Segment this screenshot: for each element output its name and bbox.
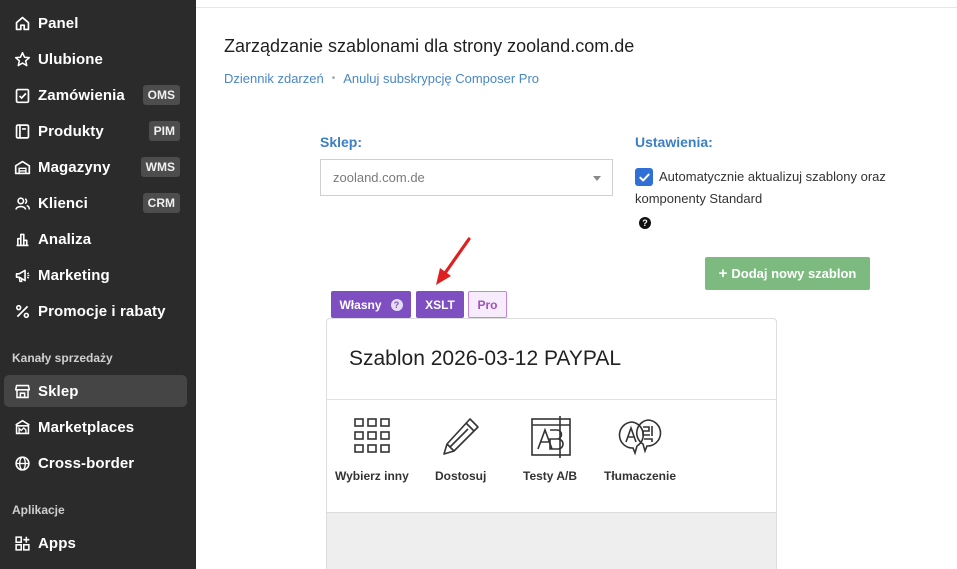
page-title: Zarządzanie szablonami dla strony zoolan… bbox=[224, 36, 635, 56]
sidebar-item-klienci[interactable]: Klienci CRM bbox=[4, 187, 187, 219]
customize-button[interactable]: Dostosuj bbox=[435, 415, 486, 483]
sidebar-item-label: Marketing bbox=[38, 266, 110, 284]
event-log-link[interactable]: Dziennik zdarzeń bbox=[224, 71, 324, 86]
choose-other-button[interactable]: Wybierz inny bbox=[335, 415, 409, 483]
auto-update-label: Automatycznie aktualizuj szablony oraz k… bbox=[635, 169, 886, 206]
percent-icon bbox=[12, 301, 32, 321]
sidebar-item-sklep[interactable]: Sklep bbox=[4, 375, 187, 407]
annotation-arrow-icon bbox=[436, 237, 471, 285]
template-preview-area bbox=[327, 513, 776, 569]
module-badge: CRM bbox=[142, 193, 180, 213]
sidebar-item-marketplaces[interactable]: Marketplaces bbox=[4, 411, 187, 443]
module-badge: WMS bbox=[140, 157, 180, 177]
sidebar-item-apps[interactable]: Apps bbox=[4, 527, 187, 559]
help-icon[interactable]: ? bbox=[639, 217, 651, 229]
book-icon bbox=[12, 121, 32, 141]
sidebar-item-panel[interactable]: Panel bbox=[4, 7, 187, 39]
sidebar: Panel Ulubione Zamówienia OMS Produkty P… bbox=[0, 0, 196, 569]
sidebar-item-label: Magazyny bbox=[38, 158, 111, 176]
sidebar-item-label: Sklep bbox=[38, 382, 79, 400]
bar-chart-icon bbox=[12, 229, 32, 249]
cancel-subscription-link[interactable]: Anuluj subskrypcję Composer Pro bbox=[343, 71, 539, 86]
tab-wlasny[interactable]: Własny ? bbox=[331, 291, 411, 318]
sidebar-item-analiza[interactable]: Analiza bbox=[4, 223, 187, 255]
sidebar-item-produkty[interactable]: Produkty PIM bbox=[4, 115, 187, 147]
shop-select-value: zooland.com.de bbox=[333, 170, 425, 185]
divider bbox=[327, 399, 776, 400]
sales-channels-heading: Kanały sprzedaży bbox=[12, 351, 113, 365]
settings-label: Ustawienia: bbox=[635, 134, 713, 150]
checkmark-icon bbox=[638, 173, 650, 181]
sidebar-item-label: Apps bbox=[38, 534, 76, 552]
shop-select[interactable]: zooland.com.de bbox=[320, 159, 613, 196]
translation-button[interactable]: Tłumaczenie bbox=[604, 415, 676, 483]
auto-update-checkbox[interactable] bbox=[635, 168, 653, 186]
breadcrumb: Dziennik zdarzeń • Anuluj subskrypcję Co… bbox=[224, 71, 539, 86]
sidebar-item-marketing[interactable]: Marketing bbox=[4, 259, 187, 291]
store-icon bbox=[12, 381, 32, 401]
apps-heading: Aplikacje bbox=[12, 503, 65, 517]
megaphone-icon bbox=[12, 265, 32, 285]
sidebar-item-label: Promocje i rabaty bbox=[38, 302, 166, 320]
action-label: Testy A/B bbox=[523, 469, 578, 483]
star-icon bbox=[12, 49, 32, 69]
action-label: Tłumaczenie bbox=[604, 469, 677, 483]
tab-label: Własny bbox=[339, 297, 382, 312]
translate-icon bbox=[618, 419, 662, 456]
breadcrumb-separator: • bbox=[331, 73, 336, 84]
sidebar-item-magazyny[interactable]: Magazyny WMS bbox=[4, 151, 187, 183]
help-icon: ? bbox=[390, 298, 403, 311]
add-template-label: Dodaj nowy szablon bbox=[731, 266, 857, 281]
sidebar-item-label: Klienci bbox=[38, 194, 88, 212]
sidebar-item-label: Zamówienia bbox=[38, 86, 125, 104]
grid-icon bbox=[354, 418, 390, 453]
tab-pro[interactable]: Pro bbox=[468, 291, 507, 318]
ab-test-icon bbox=[531, 416, 571, 458]
globe-icon bbox=[12, 453, 32, 473]
sidebar-item-label: Cross-border bbox=[38, 454, 135, 472]
sidebar-item-zamowienia[interactable]: Zamówienia OMS bbox=[4, 79, 187, 111]
ab-tests-button[interactable]: Testy A/B bbox=[523, 415, 577, 483]
template-title: Szablon 2026-03-12 PAYPAL bbox=[349, 347, 622, 370]
pencil-icon bbox=[442, 418, 479, 455]
template-card: Szablon 2026-03-12 PAYPAL Wybierz inny D… bbox=[326, 318, 777, 569]
tab-xslt[interactable]: XSLT bbox=[416, 291, 464, 318]
sidebar-item-label: Analiza bbox=[38, 230, 92, 248]
module-badge: PIM bbox=[148, 121, 180, 141]
top-divider bbox=[196, 7, 957, 8]
tab-label: Pro bbox=[477, 297, 498, 312]
users-icon bbox=[12, 193, 32, 213]
sidebar-item-cross-border[interactable]: Cross-border bbox=[4, 447, 187, 479]
clipboard-check-icon bbox=[12, 85, 32, 105]
action-label: Wybierz inny bbox=[335, 469, 409, 483]
apps-grid-icon bbox=[12, 533, 32, 553]
module-badge: OMS bbox=[142, 85, 180, 105]
sidebar-item-label: Ulubione bbox=[38, 50, 103, 68]
action-label: Dostosuj bbox=[435, 469, 487, 483]
tab-label: XSLT bbox=[425, 297, 455, 312]
sidebar-item-label: Produkty bbox=[38, 122, 104, 140]
plus-icon: + bbox=[718, 265, 728, 282]
home-icon bbox=[12, 13, 32, 33]
add-template-button[interactable]: + Dodaj nowy szablon bbox=[705, 257, 870, 290]
sidebar-item-promocje[interactable]: Promocje i rabaty bbox=[4, 295, 187, 327]
chevron-down-icon bbox=[593, 176, 601, 181]
shop-label: Sklep: bbox=[320, 134, 363, 150]
warehouse-icon bbox=[12, 157, 32, 177]
sidebar-item-ulubione[interactable]: Ulubione bbox=[4, 43, 187, 75]
marketplace-icon bbox=[12, 417, 32, 437]
sidebar-item-label: Panel bbox=[38, 14, 79, 32]
sidebar-item-label: Marketplaces bbox=[38, 418, 135, 436]
